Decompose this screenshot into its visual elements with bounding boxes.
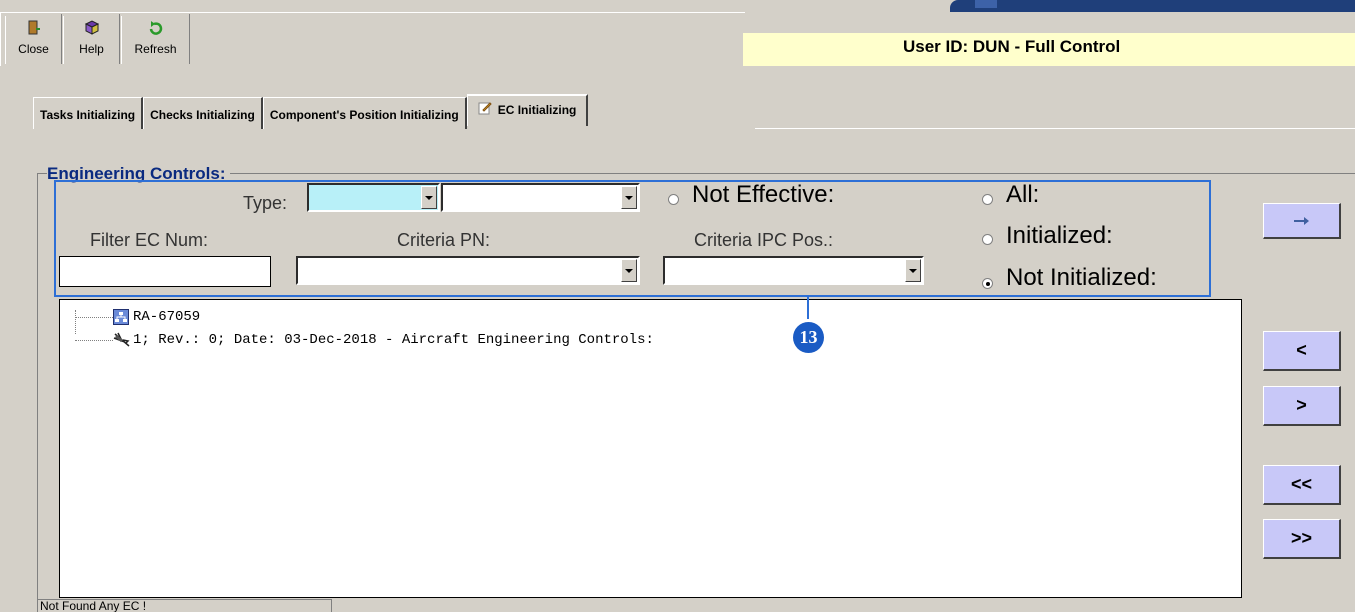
title-strip-tab [975,0,997,8]
type-detail-combo[interactable] [441,183,640,212]
apply-filter-button[interactable] [1263,203,1341,239]
status-text: Not Found Any EC ! [37,599,332,612]
title-strip [950,0,1355,12]
tree-node-aircraft[interactable]: RA-67059 [60,307,200,327]
aircraft-registry-icon [113,309,129,325]
not-effective-radio[interactable] [668,194,679,205]
door-exit-icon [25,19,43,37]
tree-node-label: 1; Rev.: 0; Date: 03-Dec-2018 - Aircraft… [133,332,654,348]
filter-ec-num-label: Filter EC Num: [90,230,209,250]
tab-strip: Tasks Initializing Checks Initializing C… [33,94,589,129]
close-button[interactable]: Close [6,14,62,64]
type-combo[interactable] [307,183,440,212]
tree-node-label: RA-67059 [133,309,201,325]
chevron-down-icon[interactable] [905,259,921,282]
callout-badge: 13 [793,322,824,353]
not-initialized-label: Not Initialized: [1006,264,1157,291]
all-radio[interactable] [982,194,993,205]
tree-connector [75,316,113,318]
airplane-icon [113,332,131,348]
initialized-label: Initialized: [1006,222,1113,249]
tree-node-ec[interactable]: 1; Rev.: 0; Date: 03-Dec-2018 - Aircraft… [60,330,654,350]
criteria-ipc-pos-combo[interactable] [663,256,924,285]
refresh-button[interactable]: Refresh [122,14,190,64]
tab-label: Checks Initializing [150,108,255,122]
last-button[interactable]: >> [1263,519,1341,559]
tab-tasks-initializing[interactable]: Tasks Initializing [33,97,144,129]
callout-connector [807,297,809,319]
initialized-radio[interactable] [982,234,993,245]
type-label: Type: [243,193,288,213]
close-button-label: Close [18,42,49,56]
next-button[interactable]: > [1263,386,1341,426]
help-button-label: Help [79,42,104,56]
help-book-icon [83,19,101,37]
not-effective-label: Not Effective: [692,181,835,208]
chevron-down-icon[interactable] [421,186,437,209]
edit-note-icon [478,97,492,125]
refresh-button-label: Refresh [134,42,177,56]
group-title: Engineering Controls: [47,164,230,184]
criteria-ipc-pos-label: Criteria IPC Pos.: [694,230,834,250]
chevron-down-icon[interactable] [621,186,637,209]
tab-label: Tasks Initializing [40,108,136,122]
filter-ec-num-input[interactable] [59,256,271,287]
tab-label: Component's Position Initializing [269,108,459,122]
refresh-arrow-icon [147,19,165,37]
tab-components-position-initializing[interactable]: Component's Position Initializing [262,97,467,129]
chevron-down-icon[interactable] [621,259,637,282]
first-button[interactable]: << [1263,465,1341,505]
tree-connector [75,339,113,341]
ec-tree[interactable]: RA-67059 1; Rev.: 0; Date: 03-Dec-2018 -… [59,299,1242,598]
arrow-right-icon [1293,210,1311,231]
user-id-banner: User ID: DUN - Full Control [743,33,1355,66]
criteria-pn-label: Criteria PN: [397,230,491,250]
tab-label: EC Initializing [497,103,577,117]
criteria-pn-combo[interactable] [296,256,640,285]
prev-button[interactable]: < [1263,331,1341,371]
all-label: All: [1006,181,1040,208]
tab-ec-initializing[interactable]: EC Initializing [466,94,589,126]
not-initialized-radio[interactable] [982,278,993,289]
help-button[interactable]: Help [64,14,120,64]
tab-checks-initializing[interactable]: Checks Initializing [143,97,263,129]
tab-baseline [755,128,1355,129]
